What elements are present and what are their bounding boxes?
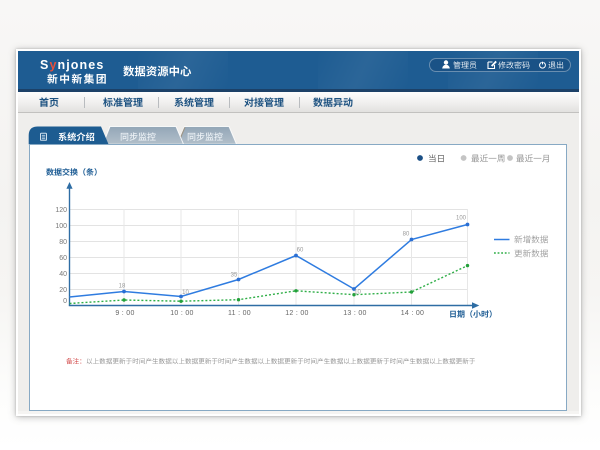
svg-text:80: 80	[403, 232, 410, 238]
svg-text:10: 10	[182, 290, 189, 296]
svg-text:18: 18	[119, 283, 126, 289]
svg-text:10: 10	[354, 290, 361, 296]
svg-text:60: 60	[297, 248, 304, 254]
svg-text:35: 35	[231, 273, 238, 279]
svg-text:100: 100	[456, 216, 467, 222]
